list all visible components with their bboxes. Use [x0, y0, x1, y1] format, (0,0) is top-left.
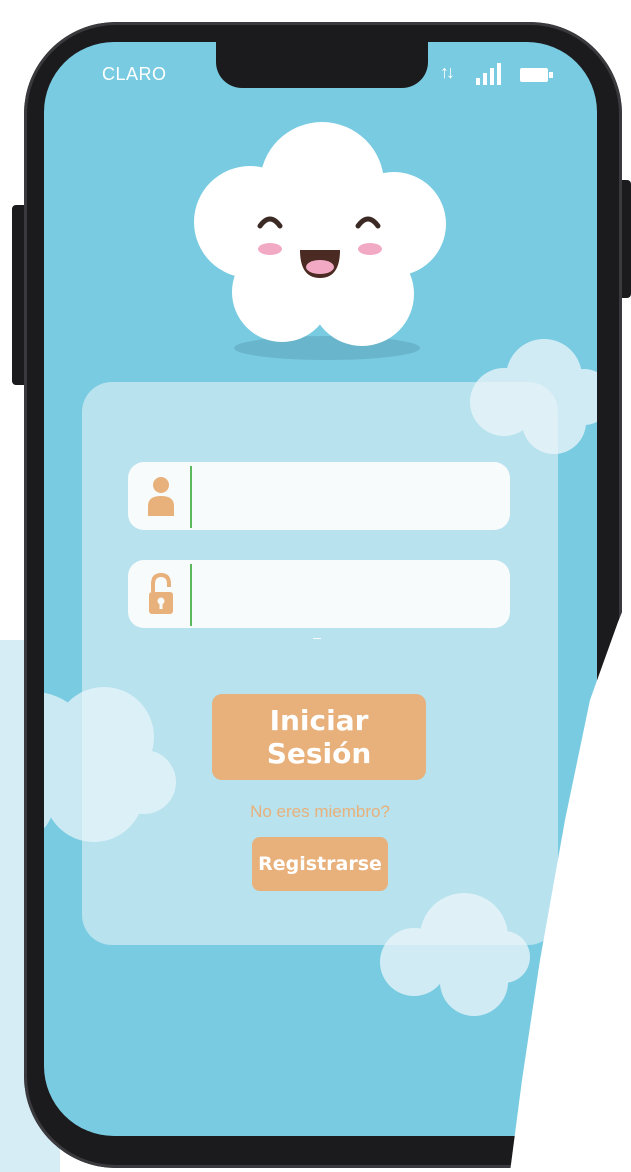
padlock-icon [149, 572, 173, 614]
input-divider [190, 466, 192, 528]
not-member-text: No eres miembro? [250, 802, 390, 821]
signal-bars-icon [476, 63, 501, 85]
phone-screen: Iniciar Sesión No eres miembro? Registra… [44, 42, 597, 1136]
status-icons: ↑↓ [440, 62, 570, 88]
battery-icon [520, 68, 553, 82]
input-divider [190, 564, 192, 626]
user-icon [148, 477, 174, 516]
username-field-container[interactable] [128, 462, 510, 530]
login-card: Iniciar Sesión No eres miembro? Registra… [82, 382, 558, 945]
data-transfer-arrows-icon: ↑↓ [440, 62, 455, 82]
login-button[interactable]: Iniciar Sesión [212, 694, 426, 780]
carrier-label: CLARO [102, 64, 167, 84]
password-field-container[interactable] [128, 560, 510, 628]
phone-notch [216, 42, 428, 88]
separator-dash [313, 638, 321, 639]
register-button[interactable]: Registrarse [252, 837, 388, 891]
username-input[interactable] [200, 470, 502, 524]
smiling-cloud-icon [194, 122, 446, 346]
password-input[interactable] [200, 568, 502, 622]
